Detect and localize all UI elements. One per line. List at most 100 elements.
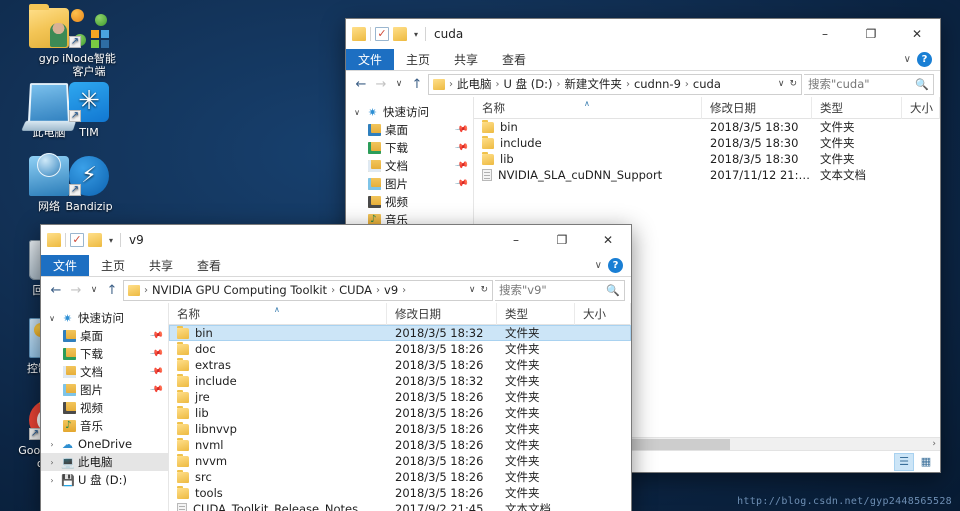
ribbon-tabs-v9[interactable]: 文件 主页 共享 查看 ∨ ? [41,255,631,277]
column-header-date[interactable]: 修改日期 [387,303,497,325]
close-button[interactable]: ✕ [585,225,631,255]
table-row[interactable]: jre 2018/3/5 18:26 文件夹 [169,389,631,405]
table-row[interactable]: nvml 2018/3/5 18:26 文件夹 [169,437,631,453]
sidebar-item-quick-access[interactable]: ∨ ✷ 快速访问 [346,103,473,121]
back-button[interactable]: ← [352,74,370,94]
breadcrumb-item-4[interactable]: cuda [693,77,721,91]
minimize-button[interactable]: – [802,19,848,49]
close-button[interactable]: ✕ [894,19,940,49]
sidebar-item-videos[interactable]: 视频 [41,399,168,417]
table-row[interactable]: libnvvp 2018/3/5 18:26 文件夹 [169,421,631,437]
search-icon[interactable]: 🔍 [915,78,929,91]
tab-home[interactable]: 主页 [394,49,442,70]
chevron-down-icon[interactable]: ∨ [47,314,57,323]
pin-icon[interactable]: 📌 [454,159,469,174]
tab-file[interactable]: 文件 [41,255,90,276]
up-button[interactable]: ↑ [408,74,426,94]
table-row[interactable]: bin 2018/3/5 18:30 文件夹 [474,119,940,135]
tab-share[interactable]: 共享 [442,49,490,70]
quick-access-toolbar-v9[interactable]: ▾ [47,233,121,247]
refresh-icon[interactable]: ↻ [480,285,488,295]
tab-home[interactable]: 主页 [89,255,137,276]
column-header-type[interactable]: 类型 [497,303,575,325]
maximize-button[interactable]: ❐ [539,225,585,255]
pin-icon[interactable]: 📌 [454,177,469,192]
qat-dropdown-icon[interactable]: ▾ [411,30,421,39]
pin-icon[interactable]: 📌 [149,329,164,344]
chevron-down-icon[interactable]: ∨ [904,54,911,65]
table-row[interactable]: nvvm 2018/3/5 18:26 文件夹 [169,453,631,469]
table-row[interactable]: tools 2018/3/5 18:26 文件夹 [169,485,631,501]
folder-icon[interactable] [352,27,366,41]
scroll-right-icon[interactable]: › [932,439,940,449]
table-row[interactable]: include 2018/3/5 18:30 文件夹 [474,135,940,151]
sidebar-item-onedrive[interactable]: › ☁ OneDrive [41,435,168,453]
chevron-right-icon[interactable]: › [47,458,57,467]
help-icon[interactable]: ? [917,52,932,67]
navigation-bar-cuda[interactable]: ← → ∨ ↑ › 此电脑 › U 盘 (D:) › 新建文件夹 › cudnn… [346,71,940,97]
details-view-button[interactable]: ☰ [894,452,914,471]
column-header-size[interactable]: 大小 [575,303,631,325]
sidebar-item-videos[interactable]: 视频 [346,193,473,211]
tab-view[interactable]: 查看 [490,49,538,70]
path-dropdown-icon[interactable]: ∨ [469,285,476,295]
desktop-icon-1[interactable]: ↗ iNode智能客户端 [58,8,120,78]
pin-icon[interactable]: 📌 [454,141,469,156]
up-button[interactable]: ↑ [103,280,121,300]
table-row[interactable]: lib 2018/3/5 18:30 文件夹 [474,151,940,167]
chevron-down-icon[interactable]: ∨ [595,260,602,271]
navigation-bar-v9[interactable]: ← → ∨ ↑ › NVIDIA GPU Computing Toolkit ›… [41,277,631,303]
recent-locations-icon[interactable]: ∨ [392,74,406,94]
qat-dropdown-icon[interactable]: ▾ [106,236,116,245]
pin-icon[interactable]: 📌 [149,365,164,380]
new-folder-icon[interactable] [88,233,102,247]
tab-share[interactable]: 共享 [137,255,185,276]
breadcrumb-item-0[interactable]: NVIDIA GPU Computing Toolkit [152,283,327,297]
search-icon[interactable]: 🔍 [606,284,620,297]
breadcrumb-item-2[interactable]: 新建文件夹 [564,76,622,92]
pin-icon[interactable]: 📌 [149,347,164,362]
titlebar-cuda[interactable]: ▾ cuda – ❐ ✕ [346,19,940,49]
maximize-button[interactable]: ❐ [848,19,894,49]
sidebar-item-this-pc[interactable]: › 💻 此电脑 [41,453,168,471]
breadcrumb-item-1[interactable]: CUDA [339,283,372,297]
back-button[interactable]: ← [47,280,65,300]
column-header-type[interactable]: 类型 [812,97,902,119]
large-icons-view-button[interactable]: ▦ [916,453,936,471]
minimize-button[interactable]: – [493,225,539,255]
breadcrumb-item-3[interactable]: cudnn-9 [634,77,681,91]
pin-icon[interactable]: 📌 [149,383,164,398]
tab-file[interactable]: 文件 [346,49,395,70]
new-folder-icon[interactable] [393,27,407,41]
properties-icon[interactable] [375,27,389,41]
sidebar-item-pictures[interactable]: 图片 📌 [41,381,168,399]
desktop-icon-3[interactable]: ✳ ↗ TIM [58,82,120,139]
sidebar-item-music[interactable]: 音乐 [41,417,168,435]
table-row[interactable]: CUDA_Toolkit_Release_Notes 2017/9/2 21:45… [169,501,631,511]
desktop-icon-5[interactable]: ↗ Bandizip [58,156,120,213]
sidebar-item-quick-access[interactable]: ∨ ✷ 快速访问 [41,309,168,327]
table-row[interactable]: lib 2018/3/5 18:26 文件夹 [169,405,631,421]
file-rows-v9[interactable]: bin 2018/3/5 18:32 文件夹 doc 2018/3/5 18:26 文件夹… [169,325,631,511]
path-dropdown-icon[interactable]: ∨ [778,79,785,89]
titlebar-v9[interactable]: ▾ v9 – ❐ ✕ [41,225,631,255]
table-row[interactable]: bin 2018/3/5 18:32 文件夹 [169,325,631,341]
folder-icon[interactable] [47,233,61,247]
table-row[interactable]: extras 2018/3/5 18:26 文件夹 [169,357,631,373]
help-icon[interactable]: ? [608,258,623,273]
column-header-size[interactable]: 大小 [902,97,940,119]
table-row[interactable]: doc 2018/3/5 18:26 文件夹 [169,341,631,357]
breadcrumb-cuda[interactable]: › 此电脑 › U 盘 (D:) › 新建文件夹 › cudnn-9 › cud… [428,73,802,95]
sidebar-item-downloads[interactable]: 下载 📌 [346,139,473,157]
chevron-right-icon[interactable]: › [47,440,57,449]
breadcrumb-item-2[interactable]: v9 [384,283,398,297]
chevron-right-icon[interactable]: › [47,476,57,485]
breadcrumb-item-0[interactable]: 此电脑 [457,76,492,92]
column-header-date[interactable]: 修改日期 [702,97,812,119]
tab-view[interactable]: 查看 [185,255,233,276]
column-headers-v9[interactable]: 名称 ∧ 修改日期 类型 大小 [169,303,631,325]
table-row[interactable]: NVIDIA_SLA_cuDNN_Support 2017/11/12 21:14… [474,167,940,183]
file-list-pane-v9[interactable]: 名称 ∧ 修改日期 类型 大小 bin 2018/3/5 18:32 文件夹 doc 2… [169,303,631,511]
chevron-down-icon[interactable]: ∨ [352,108,362,117]
quick-access-toolbar-cuda[interactable]: ▾ [352,27,426,41]
